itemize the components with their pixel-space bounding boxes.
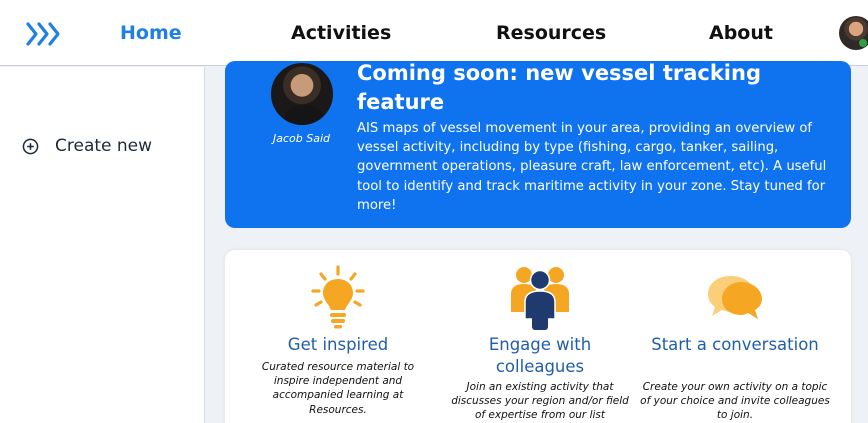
nav-about[interactable]: About — [709, 22, 773, 44]
sidebar: Create new — [0, 67, 205, 423]
feature-engage-with-colleagues[interactable]: Engage with colleagues Join an existing … — [445, 250, 635, 423]
people-group-icon — [511, 267, 569, 330]
lightbulb-icon — [311, 265, 365, 329]
banner-title: Coming soon: new vessel tracking feature — [357, 61, 761, 114]
feature-start-a-conversation[interactable]: Start a conversation Create your own act… — [640, 250, 830, 423]
create-new-label: Create new — [55, 136, 153, 156]
online-status-dot — [859, 39, 867, 47]
feature-description: Create your own activity on a topic of y… — [640, 381, 830, 422]
announcement-banner: Jacob Said Coming soon: new vessel track… — [225, 61, 851, 228]
feature-description: Join an existing activity that discusses… — [451, 381, 629, 422]
chat-bubbles-icon — [708, 276, 762, 319]
main-content: Jacob Said Coming soon: new vessel track… — [206, 61, 868, 423]
feature-description: Curated resource material to inspire ind… — [261, 361, 415, 416]
plus-circle-icon — [22, 138, 39, 154]
feature-get-inspired[interactable]: Get inspired Curated resource material t… — [243, 250, 433, 423]
nav-home[interactable]: Home — [120, 22, 182, 44]
chevrons-right-icon[interactable] — [24, 18, 68, 50]
feature-title: Get inspired — [287, 335, 389, 354]
author-name: Jacob Said — [273, 132, 331, 145]
nav-activities[interactable]: Activities — [291, 22, 391, 44]
banner-text: AIS maps of vessel movement in your area… — [357, 121, 827, 213]
create-new-button[interactable]: Create new — [22, 136, 152, 156]
features-panel: Get inspired Curated resource material t… — [225, 250, 851, 423]
user-avatar[interactable] — [839, 16, 868, 50]
top-navigation: Home Activities Resources About — [0, 0, 868, 66]
author-avatar — [269, 61, 335, 127]
feature-title: Engage with colleagues — [488, 335, 592, 376]
nav-resources[interactable]: Resources — [496, 22, 606, 44]
feature-title: Start a conversation — [651, 335, 819, 354]
